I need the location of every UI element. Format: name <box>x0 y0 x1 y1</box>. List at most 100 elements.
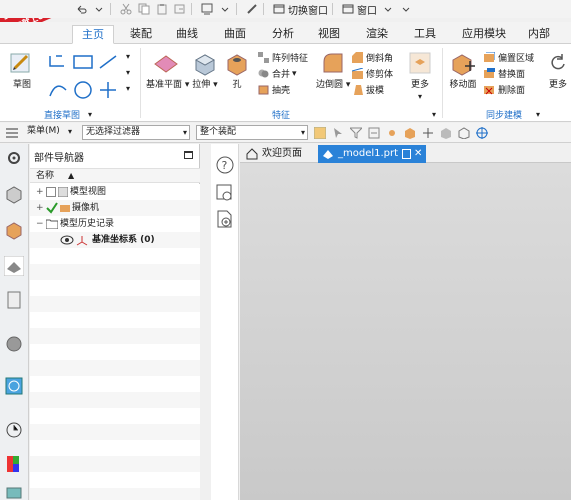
sketch-button[interactable]: 草图 <box>6 50 38 91</box>
tree-row[interactable]: 基准坐标系 (0) <box>30 232 200 248</box>
checkmark-icon[interactable] <box>46 202 58 214</box>
tab-application[interactable]: 应用模块 <box>456 25 512 44</box>
expand-icon[interactable]: + <box>36 184 44 200</box>
column-header-name[interactable]: 名称 ▲ <box>30 168 200 183</box>
extrude-button[interactable]: 拉伸 ▾ <box>190 50 220 91</box>
window-icon[interactable] <box>341 2 355 16</box>
profile-icon[interactable] <box>49 55 64 67</box>
move-face-button[interactable]: 移动面 <box>446 50 480 91</box>
checkbox-icon[interactable] <box>46 187 56 197</box>
hole-button[interactable]: 孔 <box>222 50 252 91</box>
tab-home[interactable]: 主页 <box>72 25 114 44</box>
shaded-cube-icon[interactable] <box>440 127 452 139</box>
chamfer-button[interactable]: 倒斜角 <box>352 50 393 65</box>
dropdown-arrow-icon[interactable]: ▾ <box>536 110 540 119</box>
color-palette-icon[interactable] <box>4 454 24 474</box>
dropdown-arrow-icon[interactable]: ▾ <box>126 52 130 61</box>
tab-view[interactable]: 视图 <box>312 25 346 44</box>
copy-icon[interactable] <box>137 2 151 16</box>
arc-icon[interactable] <box>49 85 67 97</box>
snap-settings-icon[interactable] <box>314 126 326 139</box>
constraint-navigator-icon[interactable] <box>4 220 24 240</box>
add-point-icon[interactable] <box>422 127 434 139</box>
unite-button[interactable]: 合并 ▾ <box>258 66 297 81</box>
roles-icon[interactable] <box>4 484 24 500</box>
delete-face-button[interactable]: 删除面 <box>484 82 525 97</box>
more-features-button[interactable]: 更多 ▾ <box>404 50 436 102</box>
expand-icon[interactable]: + <box>36 200 44 216</box>
close-icon[interactable]: ✕ <box>414 145 422 162</box>
rectangle-icon[interactable] <box>73 55 93 69</box>
unite-label: 合并 <box>272 70 291 80</box>
switch-window-icon[interactable] <box>272 2 286 16</box>
point-icon[interactable] <box>100 82 116 98</box>
tree-row[interactable]: + 模型视图 <box>30 184 200 200</box>
repeat-command-icon[interactable] <box>173 2 187 16</box>
assembly-navigator-icon[interactable] <box>4 184 24 204</box>
settings-panel-icon[interactable] <box>216 184 234 202</box>
replace-face-button[interactable]: 替换面 <box>484 66 525 81</box>
tree-row[interactable]: + 摄像机 <box>30 200 200 216</box>
more-sync-button[interactable]: 更多 <box>546 50 570 91</box>
tab-internal[interactable]: 内部 <box>522 25 556 44</box>
customize-icon[interactable] <box>245 2 259 16</box>
tree-row[interactable]: − 模型历史记录 <box>30 216 200 232</box>
snap-point-icon[interactable] <box>386 127 398 139</box>
menu-button[interactable]: 菜单(M) ▾ <box>24 125 74 140</box>
collapse-icon[interactable]: − <box>36 216 44 232</box>
window-menu-label[interactable]: 窗口 <box>357 2 377 17</box>
clock-icon[interactable] <box>4 420 24 440</box>
snap-target-icon[interactable] <box>476 126 488 139</box>
graphics-window[interactable] <box>240 163 571 500</box>
paste-icon[interactable] <box>155 2 169 16</box>
dropdown-arrow-icon[interactable]: ▾ <box>88 110 92 119</box>
dropdown-arrow-icon[interactable] <box>381 2 395 16</box>
select-icon[interactable] <box>332 127 344 139</box>
shell-button[interactable]: 抽壳 <box>258 82 290 97</box>
tab-analysis[interactable]: 分析 <box>266 25 300 44</box>
dropdown-arrow-icon[interactable] <box>92 2 106 16</box>
edge-blend-button[interactable]: 边倒圆 ▾ <box>316 50 350 91</box>
component-icon[interactable] <box>404 127 416 139</box>
menu-icon[interactable] <box>6 128 18 138</box>
reuse-library-icon[interactable] <box>4 290 24 310</box>
tab-model-part[interactable]: _model1.prt ✕ <box>318 145 426 163</box>
dropdown-arrow-icon[interactable]: ▾ <box>126 68 130 77</box>
tab-render[interactable]: 渲染 <box>360 25 394 44</box>
touch-mode-icon[interactable] <box>200 2 214 16</box>
camera-icon <box>60 205 70 212</box>
tab-tools[interactable]: 工具 <box>408 25 442 44</box>
web-browser-icon[interactable] <box>4 334 24 354</box>
draft-button[interactable]: 拔模 <box>352 82 384 97</box>
offset-region-button[interactable]: 偏置区域 <box>484 50 534 65</box>
undo-icon[interactable] <box>74 2 88 16</box>
cut-icon[interactable] <box>119 2 133 16</box>
line-icon[interactable] <box>99 55 117 69</box>
tab-welcome-page[interactable]: 欢迎页面 <box>244 145 318 163</box>
dropdown-arrow-icon[interactable] <box>218 2 232 16</box>
wireframe-cube-icon[interactable] <box>458 126 470 139</box>
filter-icon[interactable] <box>350 127 362 139</box>
circle-icon[interactable] <box>74 81 92 99</box>
history-icon[interactable] <box>4 376 24 396</box>
new-document-icon[interactable] <box>216 210 234 228</box>
pattern-feature-button[interactable]: 阵列特征 <box>258 50 308 65</box>
trim-body-button[interactable]: 修剪体 <box>352 66 393 81</box>
tab-surface[interactable]: 曲面 <box>218 25 252 44</box>
switch-window-label[interactable]: 切换窗口 <box>288 2 328 17</box>
maximize-icon[interactable] <box>184 151 193 159</box>
delete-face-icon <box>484 86 494 95</box>
tab-curve[interactable]: 曲线 <box>170 25 204 44</box>
dropdown-arrow-icon[interactable] <box>399 2 413 16</box>
dropdown-arrow-icon[interactable]: ▾ <box>432 110 436 119</box>
part-navigator-icon[interactable] <box>4 256 24 276</box>
selection-scope-icon[interactable] <box>368 127 380 139</box>
dropdown-arrow-icon[interactable]: ▾ <box>126 84 130 93</box>
assembly-scope-dropdown[interactable]: 整个装配 ▾ <box>196 125 308 140</box>
datum-plane-button[interactable]: 基准平面 ▾ <box>146 50 189 91</box>
visibility-eye-icon[interactable] <box>60 235 74 245</box>
tab-assembly[interactable]: 装配 <box>124 25 158 44</box>
settings-icon[interactable] <box>4 148 24 168</box>
selection-filter-dropdown[interactable]: 无选择过滤器 ▾ <box>82 125 190 140</box>
help-icon[interactable]: ? <box>216 156 234 174</box>
